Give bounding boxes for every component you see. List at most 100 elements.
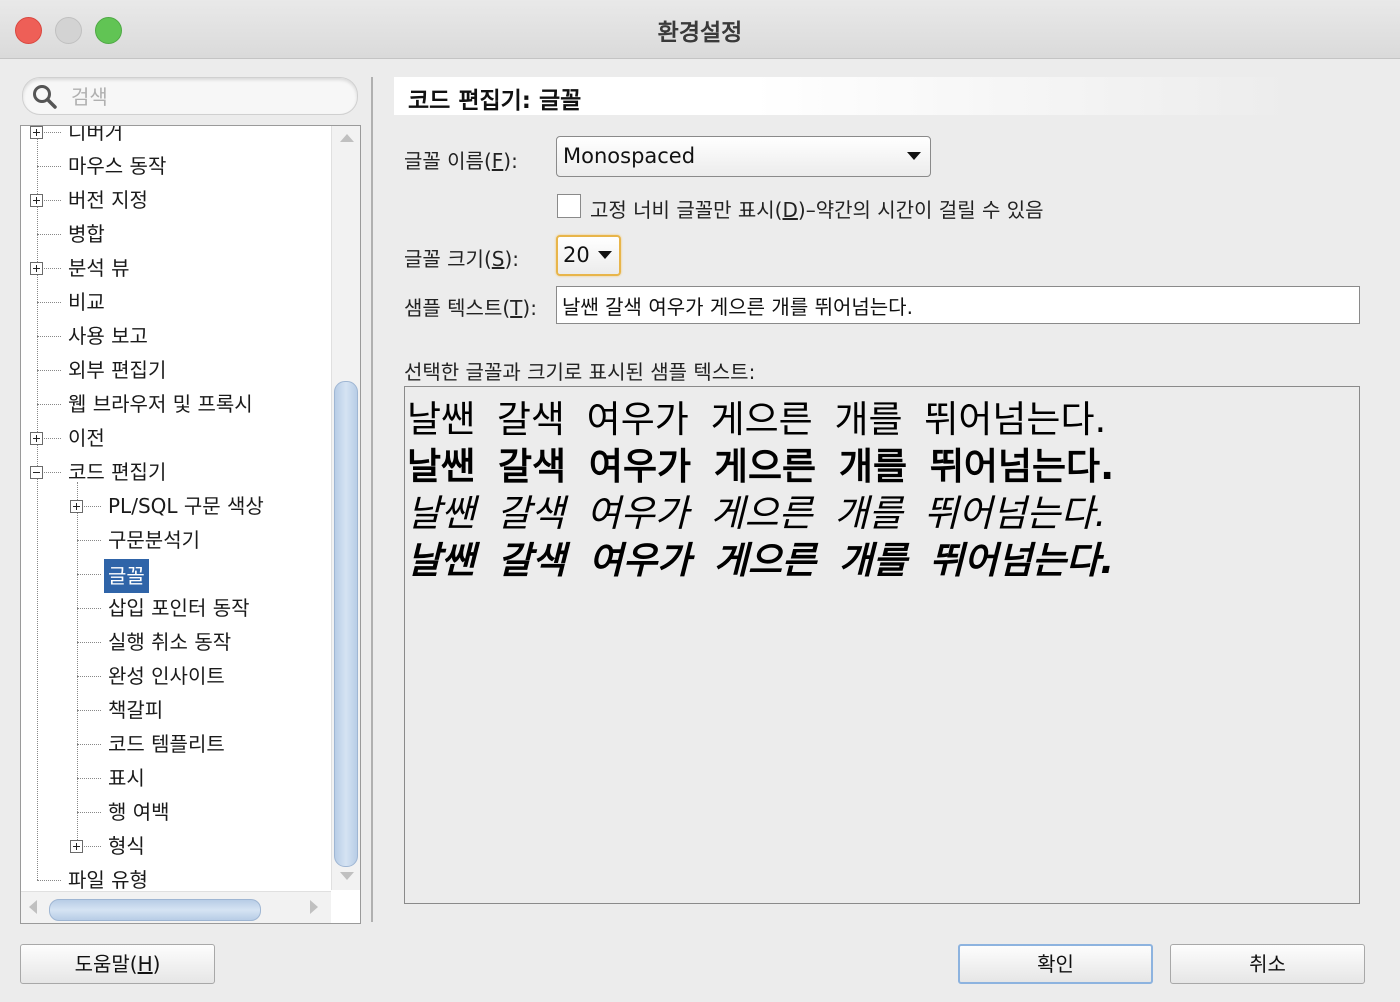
page-title: 코드 편집기: 글꼴 [408, 88, 582, 114]
fixed-width-label[interactable]: 고정 너비 글꼴만 표시(D)–약간의 시간이 걸릴 수 있음 [590, 194, 1044, 223]
expand-icon[interactable] [30, 126, 43, 139]
tree-connector [37, 880, 61, 881]
sample-text-label: 샘플 텍스트(T): [404, 296, 537, 320]
tree-connector [77, 744, 101, 745]
tree-item[interactable]: 책갈피 [108, 695, 163, 725]
tree-connector [37, 166, 61, 167]
preview-line-bold: 날쌘 갈색 여우가 게으른 개를 뛰어넘는다. [407, 445, 1115, 488]
tree-item[interactable]: 분석 뷰 [68, 253, 130, 283]
window-title: 환경설정 [657, 20, 743, 46]
tree-item-label: 웹 브라우저 및 프록시 [68, 392, 253, 416]
tree-item[interactable]: 실행 취소 동작 [108, 627, 231, 657]
tree-item-label: 코드 템플리트 [108, 732, 225, 756]
preview-line-bold-italic: 날쌘 갈색 여우가 게으른 개를 뛰어넘는다. [407, 539, 1115, 582]
font-name-value: Monospaced [563, 144, 696, 168]
tree-item[interactable]: PL/SQL 구문 색상 [108, 491, 264, 521]
expand-icon[interactable] [30, 194, 43, 207]
tree-item-label: 비교 [68, 290, 105, 314]
fixed-width-checkbox[interactable] [557, 194, 581, 218]
title-bar: 환경설정 [0, 0, 1400, 59]
tree-item[interactable]: 버전 지정 [68, 185, 148, 215]
help-button[interactable]: 도움말(H) [20, 944, 215, 984]
tree-item[interactable]: 이전 [68, 423, 105, 453]
preview-line-italic: 날쌘 갈색 여우가 게으른 개를 뛰어넘는다. [407, 492, 1107, 535]
tree-item-label: 사용 보고 [68, 324, 148, 348]
tree-item-label: 행 여백 [108, 800, 170, 824]
chevron-down-icon [907, 152, 921, 160]
sample-text-input[interactable] [556, 286, 1360, 324]
tree-item[interactable]: 비교 [68, 287, 105, 317]
tree-viewport: 디버거마우스 동작버전 지정병합분석 뷰비교사용 보고외부 편집기웹 브라우저 … [21, 126, 331, 890]
font-name-label: 글꼴 이름(F): [404, 149, 518, 173]
scroll-down-arrow-icon[interactable] [340, 872, 354, 880]
preferences-tree: 디버거마우스 동작버전 지정병합분석 뷰비교사용 보고외부 편집기웹 브라우저 … [20, 125, 361, 924]
tree-item-label: 형식 [108, 834, 145, 858]
tree-item-label: 이전 [68, 426, 105, 450]
cancel-button[interactable]: 취소 [1170, 944, 1365, 984]
tree-item[interactable]: 삽입 포인터 동작 [108, 593, 250, 623]
tree-item-label: 완성 인사이트 [108, 664, 225, 688]
tree-item-label: 글꼴 [104, 559, 149, 593]
tree-item-label: 구문분석기 [108, 528, 200, 552]
scroll-up-arrow-icon[interactable] [340, 134, 354, 142]
tree-connector [77, 574, 101, 575]
expand-icon[interactable] [30, 432, 43, 445]
tree-connector [37, 336, 61, 337]
font-size-value: 20 [563, 243, 590, 267]
search-icon [33, 85, 57, 109]
tree-connector [77, 778, 101, 779]
tree-item[interactable]: 형식 [108, 831, 145, 861]
font-name-select[interactable]: Monospaced [556, 136, 931, 177]
scroll-right-arrow-icon[interactable] [310, 900, 318, 914]
horizontal-scroll-thumb[interactable] [49, 899, 261, 921]
tree-connector [37, 126, 38, 880]
expand-icon[interactable] [70, 840, 83, 853]
tree-item-label: 버전 지정 [68, 188, 148, 212]
tree-item[interactable]: 글꼴 [104, 559, 149, 593]
tree-item[interactable]: 마우스 동작 [68, 151, 166, 181]
expand-icon[interactable] [30, 262, 43, 275]
tree-item[interactable]: 웹 브라우저 및 프록시 [68, 389, 253, 419]
tree-item[interactable]: 외부 편집기 [68, 355, 166, 385]
pane-splitter[interactable] [371, 77, 373, 922]
collapse-icon[interactable] [30, 466, 43, 479]
tree-horizontal-scrollbar[interactable] [21, 891, 331, 923]
tree-item[interactable]: 표시 [108, 763, 145, 793]
tree-item[interactable]: 파일 유형 [68, 865, 148, 890]
search-input[interactable] [69, 82, 353, 112]
chevron-down-icon [598, 251, 612, 259]
search-box[interactable] [22, 77, 358, 115]
tree-vertical-scrollbar[interactable] [331, 126, 360, 890]
tree-item[interactable]: 병합 [68, 219, 105, 249]
tree-item-label: 코드 편집기 [68, 460, 167, 484]
tree-item-label: 병합 [68, 222, 105, 246]
font-size-label: 글꼴 크기(S): [404, 247, 520, 271]
tree-item[interactable]: 디버거 [68, 126, 123, 147]
tree-item-label: 표시 [108, 766, 145, 790]
font-preview-area: 날쌘 갈색 여우가 게으른 개를 뛰어넘는다. 날쌘 갈색 여우가 게으른 개를… [404, 386, 1360, 904]
tree-connector [77, 642, 101, 643]
tree-item[interactable]: 사용 보고 [68, 321, 148, 351]
font-size-select[interactable]: 20 [556, 235, 621, 276]
tree-item[interactable]: 코드 템플리트 [108, 729, 225, 759]
tree-connector [37, 404, 61, 405]
tree-connector [37, 370, 61, 371]
tree-item[interactable]: 완성 인사이트 [108, 661, 225, 691]
tree-item[interactable]: 코드 편집기 [68, 457, 166, 487]
tree-item-label: 마우스 동작 [68, 154, 167, 178]
tree-item-label: 삽입 포인터 동작 [108, 596, 250, 620]
tree-connector [77, 540, 101, 541]
tree-item[interactable]: 구문분석기 [108, 525, 200, 555]
tree-connector [77, 676, 101, 677]
scroll-left-arrow-icon[interactable] [29, 900, 37, 914]
tree-item-label: PL/SQL 구문 색상 [108, 494, 264, 518]
tree-connector [77, 482, 78, 846]
ok-button[interactable]: 확인 [958, 944, 1153, 984]
expand-icon[interactable] [70, 500, 83, 513]
vertical-scroll-thumb[interactable] [334, 381, 358, 867]
tree-item-label: 분석 뷰 [68, 256, 130, 280]
tree-item-label: 외부 편집기 [68, 358, 167, 382]
tree-item[interactable]: 행 여백 [108, 797, 170, 827]
tree-connector [77, 710, 101, 711]
tree-item-label: 파일 유형 [68, 868, 148, 890]
